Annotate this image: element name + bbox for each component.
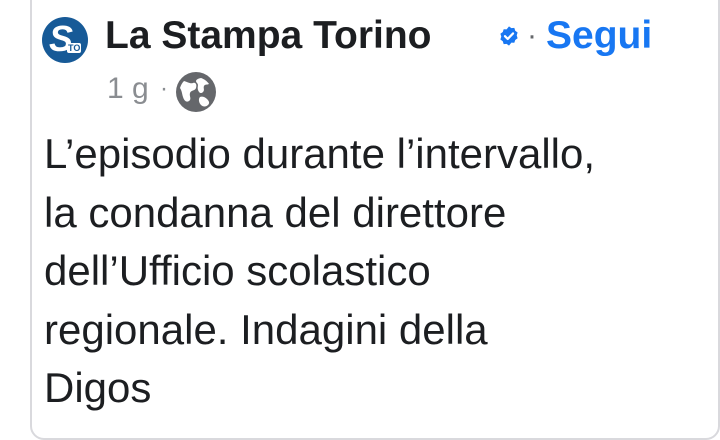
verified-badge-icon	[500, 26, 518, 46]
meta-separator-dot: ·	[160, 75, 168, 102]
page-name-link[interactable]: La Stampa Torino	[105, 12, 431, 60]
page-avatar[interactable]: S TO	[42, 17, 88, 63]
post-text: L’episodio durante l’intervallo, la cond…	[44, 130, 596, 411]
avatar-sub: TO	[67, 43, 82, 53]
follow-button[interactable]: Segui	[546, 12, 652, 60]
globe-icon	[176, 72, 216, 112]
avatar-letter: S	[49, 18, 74, 59]
separator-dot: ·	[527, 19, 537, 52]
post-time[interactable]: 1 g	[107, 70, 149, 108]
